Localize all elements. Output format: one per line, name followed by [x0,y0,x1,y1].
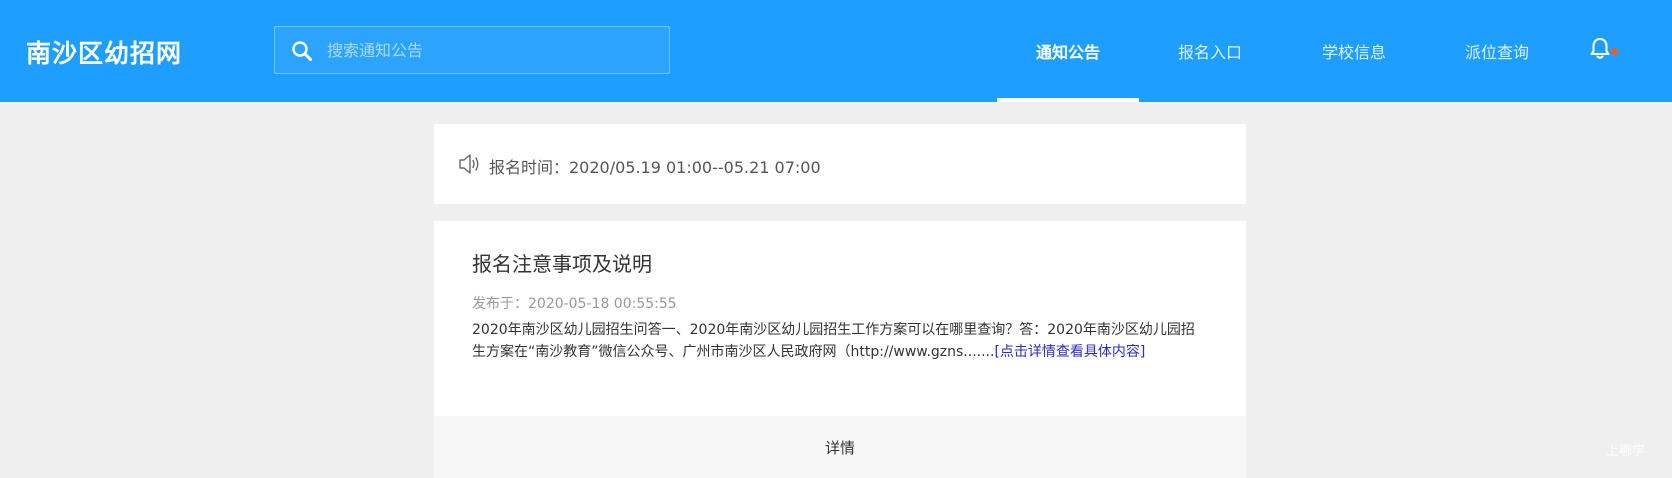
site-logo-title[interactable]: 南沙区幼招网 [26,34,182,70]
article-title[interactable]: 报名注意事项及说明 [472,248,652,277]
nav-tab-notices[interactable]: 通知公告 [997,0,1139,102]
details-button[interactable]: 详情 [434,416,1246,478]
search-input[interactable] [327,37,647,63]
article-card: 报名注意事项及说明 发布于：2020-05-18 00:55:55 2020年南… [434,221,1246,478]
speaker-icon [459,154,479,174]
nav-tab-registration[interactable]: 报名入口 [1139,0,1281,102]
nav-tab-school-info[interactable]: 学校信息 [1283,0,1425,102]
notification-dot [1611,48,1618,55]
read-more-link[interactable]: [点击详情查看具体内容] [994,344,1145,360]
notification-bell-button[interactable] [1589,36,1618,62]
top-navigation-bar: 南沙区幼招网 通知公告 报名入口 学校信息 派位查询 [0,0,1672,102]
bell-icon [1590,38,1610,59]
search-icon[interactable] [291,40,313,62]
watermark-logo: 上哪学 [1606,444,1646,459]
registration-time-notice: 报名时间：2020/05.19 01:00--05.21 07:00 [434,124,1246,204]
article-summary: 2020年南沙区幼儿园招生问答一、2020年南沙区幼儿园招生工作方案可以在哪里查… [472,319,1202,363]
registration-time-text: 报名时间：2020/05.19 01:00--05.21 07:00 [489,158,821,177]
nav-tab-placement-query[interactable]: 派位查询 [1426,0,1568,102]
search-box[interactable] [274,26,670,74]
article-publish-date: 发布于：2020-05-18 00:55:55 [472,296,677,312]
